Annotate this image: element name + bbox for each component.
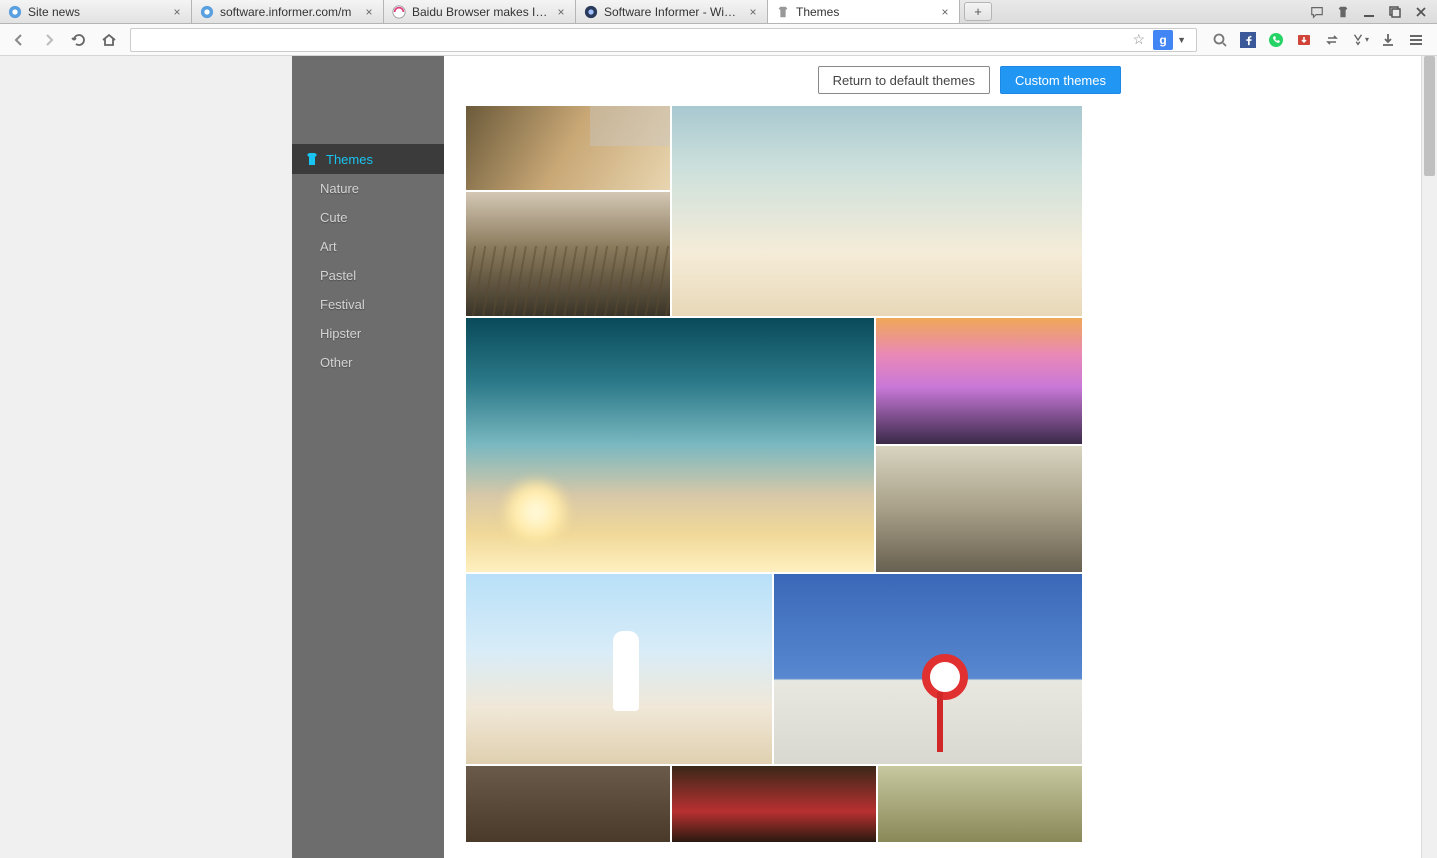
theme-thumbnail[interactable] [878,766,1082,842]
return-default-themes-button[interactable]: Return to default themes [818,66,990,94]
close-icon[interactable]: × [939,6,951,18]
google-search-icon[interactable]: g [1153,30,1173,50]
themes-main: Return to default themes Custom themes [444,56,1421,858]
whatsapp-icon[interactable] [1267,31,1285,49]
close-window-icon[interactable] [1413,4,1429,20]
gallery-row [466,106,1082,316]
theme-thumbnail[interactable] [466,318,874,572]
gallery-row [466,318,1082,572]
favicon-icon [392,5,406,19]
gallery-row [466,574,1082,764]
close-icon[interactable]: × [363,6,375,18]
tab-software-informer[interactable]: software.informer.com/m × [192,0,384,23]
bookmark-star-icon[interactable]: ☆ [1129,31,1150,48]
screenshot-icon[interactable]: ▾ [1351,31,1369,49]
search-icon[interactable] [1211,31,1229,49]
themes-sidebar: Themes Nature Cute Art Pastel Festival H… [292,56,444,858]
gallery-row [466,766,1082,842]
tab-site-news[interactable]: Site news × [0,0,192,23]
theme-thumbnail[interactable] [774,574,1082,764]
sidebar-item-cute[interactable]: Cute [292,203,444,232]
window-controls [1301,0,1437,23]
scrollbar-thumb[interactable] [1424,56,1435,176]
home-button[interactable] [96,27,122,53]
theme-thumbnail[interactable] [466,574,772,764]
favicon-icon [200,5,214,19]
theme-thumbnail[interactable] [466,106,670,190]
custom-themes-button[interactable]: Custom themes [1000,66,1121,94]
sidebar-item-festival[interactable]: Festival [292,290,444,319]
sidebar-item-nature[interactable]: Nature [292,174,444,203]
back-button[interactable] [6,27,32,53]
theme-gallery [466,106,1082,842]
sidebar-item-other[interactable]: Other [292,348,444,377]
theme-thumbnail[interactable] [466,766,670,842]
maximize-icon[interactable] [1387,4,1403,20]
browser-navbar: ☆ g ▼ ▾ [0,24,1437,56]
tab-title: Software Informer - Windo [604,5,741,19]
new-tab-button[interactable]: + [964,2,992,21]
tab-title: Themes [796,5,933,19]
tab-title: Site news [28,5,165,19]
navbar-extensions: ▾ [1205,31,1431,49]
tab-software-informer-windo[interactable]: Software Informer - Windo × [576,0,768,23]
tab-baidu-browser[interactable]: Baidu Browser makes Inter × [384,0,576,23]
reload-button[interactable] [66,27,92,53]
menu-icon[interactable] [1407,31,1425,49]
shirt-icon [776,5,790,19]
favicon-icon [8,5,22,19]
comment-icon[interactable] [1309,4,1325,20]
page-viewport: Themes Nature Cute Art Pastel Festival H… [0,56,1437,858]
sidebar-item-hipster[interactable]: Hipster [292,319,444,348]
close-icon[interactable]: × [747,6,759,18]
vertical-scrollbar[interactable] [1421,56,1437,858]
browser-tabstrip: Site news × software.informer.com/m × Ba… [0,0,1437,24]
shirt-icon [304,151,320,167]
theme-thumbnail[interactable] [672,766,876,842]
url-input[interactable] [137,33,1129,47]
forward-button[interactable] [36,27,62,53]
sidebar-item-art[interactable]: Art [292,232,444,261]
sidebar-header-label: Themes [326,152,373,167]
sidebar-item-pastel[interactable]: Pastel [292,261,444,290]
tab-title: software.informer.com/m [220,5,357,19]
video-download-icon[interactable] [1295,31,1313,49]
search-engine-dropdown-icon[interactable]: ▼ [1173,35,1190,45]
theme-thumbnail[interactable] [466,192,670,316]
sidebar-header-themes[interactable]: Themes [292,144,444,174]
minimize-icon[interactable] [1361,4,1377,20]
close-icon[interactable]: × [555,6,567,18]
url-bar[interactable]: ☆ g ▼ [130,28,1197,52]
theme-thumbnail[interactable] [876,446,1082,572]
favicon-icon [584,5,598,19]
facebook-icon[interactable] [1239,31,1257,49]
theme-thumbnail[interactable] [672,106,1082,316]
themes-topbar: Return to default themes Custom themes [466,66,1421,94]
swap-icon[interactable] [1323,31,1341,49]
shirt-icon[interactable] [1335,4,1351,20]
tab-title: Baidu Browser makes Inter [412,5,549,19]
close-icon[interactable]: × [171,6,183,18]
theme-thumbnail[interactable] [876,318,1082,444]
tab-themes[interactable]: Themes × [768,0,960,23]
downloads-icon[interactable] [1379,31,1397,49]
